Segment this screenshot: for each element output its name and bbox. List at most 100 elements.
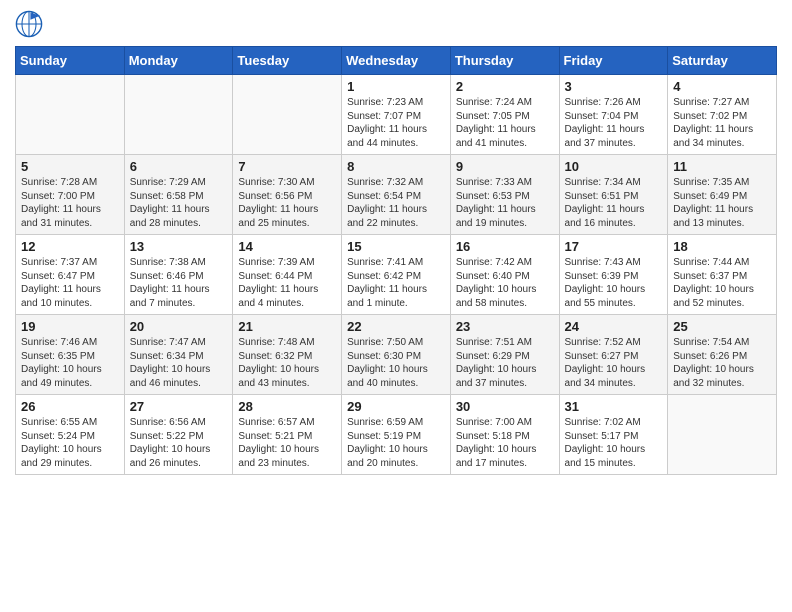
page: SundayMondayTuesdayWednesdayThursdayFrid… xyxy=(0,0,792,612)
day-info: Sunrise: 6:56 AM Sunset: 5:22 PM Dayligh… xyxy=(130,416,228,470)
day-info: Sunrise: 7:52 AM Sunset: 6:27 PM Dayligh… xyxy=(565,336,663,390)
calendar-cell: 29 Sunrise: 6:59 AM Sunset: 5:19 PM Dayli… xyxy=(342,395,451,475)
calendar-cell: 13Sunrise: 7:38 AM Sunset: 6:46 PM Dayli… xyxy=(124,235,233,315)
calendar-cell: 19 Sunrise: 7:46 AM Sunset: 6:35 PM Dayli… xyxy=(16,315,125,395)
day-info: Sunrise: 7:50 AM Sunset: 6:30 PM Dayligh… xyxy=(347,336,445,390)
day-number: 16 xyxy=(456,239,554,254)
day-info: Sunrise: 7:27 AM Sunset: 7:02 PM Dayligh… xyxy=(673,96,771,150)
calendar-cell: 16Sunrise: 7:42 AM Sunset: 6:40 PM Dayli… xyxy=(450,235,559,315)
day-number: 19 xyxy=(21,319,119,334)
weekday-header-row: SundayMondayTuesdayWednesdayThursdayFrid… xyxy=(16,47,777,75)
day-number: 5 xyxy=(21,159,119,174)
calendar-cell: 1 Sunrise: 7:23 AM Sunset: 7:07 PM Daylig… xyxy=(342,75,451,155)
calendar-cell: 8 Sunrise: 7:32 AM Sunset: 6:54 PM Daylig… xyxy=(342,155,451,235)
day-info: Sunrise: 7:54 AM Sunset: 6:26 PM Dayligh… xyxy=(673,336,771,390)
calendar-cell: 30 Sunrise: 7:00 AM Sunset: 5:18 PM Dayli… xyxy=(450,395,559,475)
day-info: Sunrise: 7:41 AM Sunset: 6:42 PM Dayligh… xyxy=(347,256,445,310)
day-info: Sunrise: 7:24 AM Sunset: 7:05 PM Dayligh… xyxy=(456,96,554,150)
calendar-cell: 10 Sunrise: 7:34 AM Sunset: 6:51 PM Dayli… xyxy=(559,155,668,235)
weekday-header-monday: Monday xyxy=(124,47,233,75)
weekday-header-tuesday: Tuesday xyxy=(233,47,342,75)
calendar-cell: 9 Sunrise: 7:33 AM Sunset: 6:53 PM Daylig… xyxy=(450,155,559,235)
day-info: Sunrise: 7:30 AM Sunset: 6:56 PM Dayligh… xyxy=(238,176,336,230)
calendar-cell: 7 Sunrise: 7:30 AM Sunset: 6:56 PM Daylig… xyxy=(233,155,342,235)
header xyxy=(15,10,777,38)
day-number: 4 xyxy=(673,79,771,94)
day-number: 11 xyxy=(673,159,771,174)
weekday-header-sunday: Sunday xyxy=(16,47,125,75)
day-number: 31 xyxy=(565,399,663,414)
day-number: 2 xyxy=(456,79,554,94)
day-number: 14 xyxy=(238,239,336,254)
day-info: Sunrise: 7:47 AM Sunset: 6:34 PM Dayligh… xyxy=(130,336,228,390)
day-number: 21 xyxy=(238,319,336,334)
day-info: Sunrise: 7:43 AM Sunset: 6:39 PM Dayligh… xyxy=(565,256,663,310)
generalblue-icon xyxy=(15,10,43,38)
week-row-1: 1 Sunrise: 7:23 AM Sunset: 7:07 PM Daylig… xyxy=(16,75,777,155)
day-info: Sunrise: 7:35 AM Sunset: 6:49 PM Dayligh… xyxy=(673,176,771,230)
day-number: 29 xyxy=(347,399,445,414)
day-info: Sunrise: 7:38 AM Sunset: 6:46 PM Dayligh… xyxy=(130,256,228,310)
calendar-cell: 24 Sunrise: 7:52 AM Sunset: 6:27 PM Dayli… xyxy=(559,315,668,395)
day-info: Sunrise: 6:59 AM Sunset: 5:19 PM Dayligh… xyxy=(347,416,445,470)
day-info: Sunrise: 7:48 AM Sunset: 6:32 PM Dayligh… xyxy=(238,336,336,390)
day-number: 3 xyxy=(565,79,663,94)
day-number: 12 xyxy=(21,239,119,254)
day-info: Sunrise: 7:51 AM Sunset: 6:29 PM Dayligh… xyxy=(456,336,554,390)
day-info: Sunrise: 7:29 AM Sunset: 6:58 PM Dayligh… xyxy=(130,176,228,230)
calendar-table: SundayMondayTuesdayWednesdayThursdayFrid… xyxy=(15,46,777,475)
day-number: 23 xyxy=(456,319,554,334)
calendar-cell xyxy=(16,75,125,155)
day-number: 30 xyxy=(456,399,554,414)
day-info: Sunrise: 6:55 AM Sunset: 5:24 PM Dayligh… xyxy=(21,416,119,470)
week-row-2: 5 Sunrise: 7:28 AM Sunset: 7:00 PM Daylig… xyxy=(16,155,777,235)
calendar-cell: 21 Sunrise: 7:48 AM Sunset: 6:32 PM Dayli… xyxy=(233,315,342,395)
day-info: Sunrise: 7:46 AM Sunset: 6:35 PM Dayligh… xyxy=(21,336,119,390)
day-info: Sunrise: 7:44 AM Sunset: 6:37 PM Dayligh… xyxy=(673,256,771,310)
calendar-cell: 22Sunrise: 7:50 AM Sunset: 6:30 PM Dayli… xyxy=(342,315,451,395)
calendar-cell xyxy=(124,75,233,155)
day-info: Sunrise: 7:28 AM Sunset: 7:00 PM Dayligh… xyxy=(21,176,119,230)
day-info: Sunrise: 6:57 AM Sunset: 5:21 PM Dayligh… xyxy=(238,416,336,470)
day-number: 24 xyxy=(565,319,663,334)
day-info: Sunrise: 7:37 AM Sunset: 6:47 PM Dayligh… xyxy=(21,256,119,310)
calendar-cell: 6Sunrise: 7:29 AM Sunset: 6:58 PM Daylig… xyxy=(124,155,233,235)
day-number: 8 xyxy=(347,159,445,174)
calendar-cell: 18Sunrise: 7:44 AM Sunset: 6:37 PM Dayli… xyxy=(668,235,777,315)
week-row-3: 12 Sunrise: 7:37 AM Sunset: 6:47 PM Dayli… xyxy=(16,235,777,315)
calendar-cell: 28 Sunrise: 6:57 AM Sunset: 5:21 PM Dayli… xyxy=(233,395,342,475)
day-info: Sunrise: 7:32 AM Sunset: 6:54 PM Dayligh… xyxy=(347,176,445,230)
calendar-cell: 20 Sunrise: 7:47 AM Sunset: 6:34 PM Dayli… xyxy=(124,315,233,395)
day-info: Sunrise: 7:00 AM Sunset: 5:18 PM Dayligh… xyxy=(456,416,554,470)
calendar-cell: 5 Sunrise: 7:28 AM Sunset: 7:00 PM Daylig… xyxy=(16,155,125,235)
weekday-header-friday: Friday xyxy=(559,47,668,75)
day-number: 1 xyxy=(347,79,445,94)
calendar-cell: 25 Sunrise: 7:54 AM Sunset: 6:26 PM Dayli… xyxy=(668,315,777,395)
calendar-cell: 12 Sunrise: 7:37 AM Sunset: 6:47 PM Dayli… xyxy=(16,235,125,315)
calendar-cell: 15 Sunrise: 7:41 AM Sunset: 6:42 PM Dayli… xyxy=(342,235,451,315)
day-number: 10 xyxy=(565,159,663,174)
day-number: 15 xyxy=(347,239,445,254)
day-info: Sunrise: 7:34 AM Sunset: 6:51 PM Dayligh… xyxy=(565,176,663,230)
calendar-cell: 3 Sunrise: 7:26 AM Sunset: 7:04 PM Daylig… xyxy=(559,75,668,155)
day-info: Sunrise: 7:33 AM Sunset: 6:53 PM Dayligh… xyxy=(456,176,554,230)
week-row-5: 26 Sunrise: 6:55 AM Sunset: 5:24 PM Dayli… xyxy=(16,395,777,475)
calendar-cell: 14Sunrise: 7:39 AM Sunset: 6:44 PM Dayli… xyxy=(233,235,342,315)
day-number: 26 xyxy=(21,399,119,414)
day-number: 25 xyxy=(673,319,771,334)
day-number: 9 xyxy=(456,159,554,174)
day-info: Sunrise: 7:02 AM Sunset: 5:17 PM Dayligh… xyxy=(565,416,663,470)
week-row-4: 19 Sunrise: 7:46 AM Sunset: 6:35 PM Dayli… xyxy=(16,315,777,395)
calendar-cell xyxy=(233,75,342,155)
calendar-cell: 11 Sunrise: 7:35 AM Sunset: 6:49 PM Dayli… xyxy=(668,155,777,235)
day-number: 20 xyxy=(130,319,228,334)
day-number: 7 xyxy=(238,159,336,174)
weekday-header-wednesday: Wednesday xyxy=(342,47,451,75)
calendar-cell: 17Sunrise: 7:43 AM Sunset: 6:39 PM Dayli… xyxy=(559,235,668,315)
day-number: 27 xyxy=(130,399,228,414)
day-info: Sunrise: 7:26 AM Sunset: 7:04 PM Dayligh… xyxy=(565,96,663,150)
day-number: 28 xyxy=(238,399,336,414)
day-info: Sunrise: 7:23 AM Sunset: 7:07 PM Dayligh… xyxy=(347,96,445,150)
calendar-cell xyxy=(668,395,777,475)
calendar-cell: 23 Sunrise: 7:51 AM Sunset: 6:29 PM Dayli… xyxy=(450,315,559,395)
